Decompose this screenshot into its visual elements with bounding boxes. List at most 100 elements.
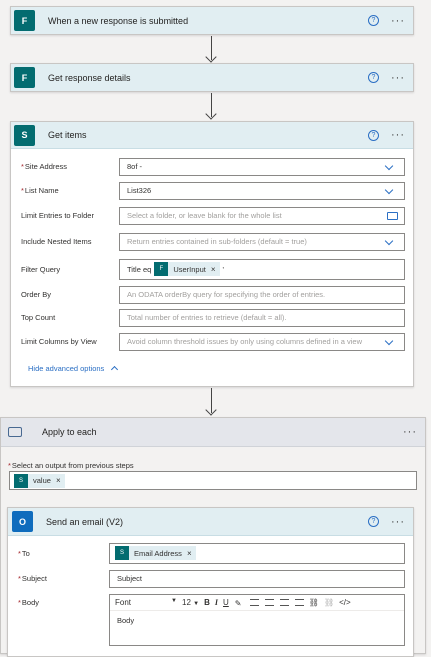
send-email-card[interactable]: O Send an email (V2) ? ··· *To S Email A… — [7, 507, 414, 657]
get-response-details-card[interactable]: F Get response details ? ··· — [10, 63, 414, 92]
sharepoint-icon: S — [115, 546, 129, 560]
body-content: Body — [117, 616, 135, 625]
apply-to-each-title: Apply to each — [42, 427, 97, 437]
email-address-token[interactable]: S Email Address × — [115, 546, 196, 560]
filter-query-label: Filter Query — [21, 264, 61, 274]
connector-arrow — [211, 388, 212, 413]
font-size-select[interactable]: 12 ▼ — [182, 598, 199, 607]
limit-columns-placeholder: Avoid column threshold issues by only us… — [127, 337, 362, 346]
more-options-icon[interactable]: ··· — [391, 15, 405, 27]
top-count-row: Top Count Total number of entries to ret… — [11, 308, 413, 327]
value-token[interactable]: S value × — [14, 473, 65, 488]
chevron-down-icon[interactable] — [384, 185, 394, 194]
include-nested-field[interactable]: Return entries contained in sub-folders … — [119, 232, 405, 251]
remove-token-icon[interactable]: × — [187, 549, 192, 558]
font-select[interactable]: Font ▼ — [115, 598, 177, 607]
top-count-field[interactable]: Total number of entries to retrieve (def… — [119, 308, 405, 327]
remove-token-icon[interactable]: × — [56, 476, 61, 485]
trigger-title: When a new response is submitted — [48, 15, 189, 26]
forms-icon: F — [14, 67, 35, 88]
output-label: *Select an output from previous steps — [8, 461, 134, 470]
remove-token-icon[interactable]: × — [211, 265, 216, 274]
list-name-value: List326 — [127, 186, 152, 195]
to-row: *To S Email Address × — [8, 542, 413, 564]
trigger-card[interactable]: F When a new response is submitted ? ··· — [10, 6, 414, 35]
top-count-label: Top Count — [21, 313, 56, 322]
underline-icon[interactable]: U — [223, 598, 229, 607]
include-nested-label: Include Nested Items — [21, 237, 92, 246]
hide-advanced-link[interactable]: Hide advanced options — [28, 364, 119, 374]
limit-folder-field[interactable]: Select a folder, or leave blank for the … — [119, 206, 405, 225]
chevron-down-icon[interactable] — [384, 161, 394, 170]
loop-icon — [7, 426, 23, 438]
site-address-field[interactable]: 8of - — [119, 157, 405, 176]
more-options-icon[interactable]: ··· — [403, 426, 417, 438]
forms-icon: F — [14, 10, 35, 31]
get-items-header[interactable]: S Get items ? ··· — [11, 122, 413, 149]
decrease-indent-icon[interactable] — [279, 599, 289, 606]
pen-icon[interactable]: ✎ — [235, 599, 244, 608]
output-field[interactable]: S value × — [9, 471, 417, 490]
connector-arrow — [211, 93, 212, 117]
limit-folder-label: Limit Entries to Folder — [21, 211, 94, 220]
filter-query-prefix: Title eq — [127, 264, 152, 274]
sharepoint-icon: S — [14, 473, 28, 488]
help-icon[interactable]: ? — [368, 72, 379, 83]
limit-columns-label: Limit Columns by View — [21, 337, 97, 346]
get-response-header[interactable]: F Get response details ? ··· — [11, 64, 413, 91]
italic-icon[interactable]: I — [215, 598, 218, 607]
apply-to-each-card[interactable]: Apply to each ··· *Select an output from… — [0, 417, 426, 657]
sharepoint-icon: S — [14, 124, 35, 146]
bold-icon[interactable]: B — [204, 598, 210, 607]
include-nested-row: Include Nested Items Return entries cont… — [11, 232, 413, 251]
filter-query-row: Filter Query Title eq F UserInput × ' — [11, 258, 413, 280]
increase-indent-icon[interactable] — [294, 599, 304, 606]
userinput-token[interactable]: F UserInput × — [154, 262, 220, 276]
body-label: *Body — [18, 598, 40, 607]
forms-icon: F — [154, 262, 169, 276]
dropdown-caret-icon: ▼ — [193, 601, 200, 607]
subject-field[interactable]: Subject — [109, 569, 405, 588]
order-by-label: Order By — [21, 290, 52, 299]
token-label: UserInput — [173, 264, 206, 274]
connector-arrow — [211, 36, 212, 60]
send-email-header[interactable]: O Send an email (V2) ? ··· — [8, 508, 413, 536]
chevron-down-icon[interactable] — [384, 236, 394, 245]
folder-icon[interactable] — [387, 211, 398, 220]
send-email-title: Send an email (V2) — [46, 516, 124, 527]
apply-to-each-header[interactable]: Apply to each ··· — [1, 418, 425, 447]
token-label: Email Address — [134, 548, 182, 558]
limit-folder-placeholder: Select a folder, or leave blank for the … — [127, 211, 282, 220]
order-by-row: Order By An ODATA orderBy query for spec… — [11, 285, 413, 304]
trigger-header[interactable]: F When a new response is submitted ? ··· — [11, 7, 413, 34]
dropdown-caret-icon: ▼ — [171, 598, 177, 604]
list-name-field[interactable]: List326 — [119, 181, 405, 200]
limit-folder-row: Limit Entries to Folder Select a folder,… — [11, 206, 413, 225]
unlink-icon[interactable]: ⛓ — [324, 598, 334, 607]
limit-columns-field[interactable]: Avoid column threshold issues by only us… — [119, 332, 405, 351]
more-options-icon[interactable]: ··· — [391, 72, 405, 84]
bullet-list-icon[interactable] — [249, 599, 259, 606]
numbered-list-icon[interactable] — [264, 599, 274, 606]
filter-query-suffix: ' — [222, 264, 224, 274]
chevron-up-icon — [111, 365, 119, 374]
help-icon[interactable]: ? — [368, 129, 379, 141]
subject-label: *Subject — [18, 574, 47, 583]
to-field[interactable]: S Email Address × — [109, 542, 405, 564]
body-editor[interactable]: Font ▼ 12 ▼ B I U ✎ ⛓ ⛓ </> Body — [109, 594, 405, 646]
subject-row: *Subject Subject — [8, 569, 413, 588]
more-options-icon[interactable]: ··· — [391, 129, 405, 141]
chevron-down-icon[interactable] — [384, 336, 394, 345]
filter-query-field[interactable]: Title eq F UserInput × ' — [119, 258, 405, 280]
help-icon[interactable]: ? — [368, 15, 379, 26]
link-icon[interactable]: ⛓ — [309, 598, 319, 607]
limit-columns-row: Limit Columns by View Avoid column thres… — [11, 332, 413, 351]
order-by-field[interactable]: An ODATA orderBy query for specifying th… — [119, 285, 405, 304]
token-label: value — [33, 476, 51, 485]
more-options-icon[interactable]: ··· — [391, 516, 405, 528]
outlook-icon: O — [12, 511, 33, 532]
code-view-icon[interactable]: </> — [339, 598, 351, 607]
help-icon[interactable]: ? — [368, 516, 379, 527]
list-name-row: *List Name List326 — [11, 181, 413, 200]
get-items-card[interactable]: S Get items ? ··· *Site Address 8of - *L… — [10, 121, 414, 387]
